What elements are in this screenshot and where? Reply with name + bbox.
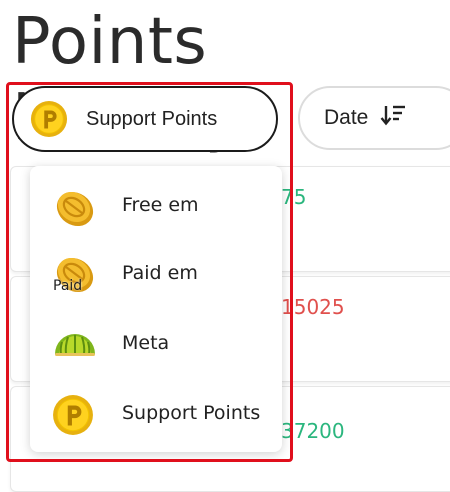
highlight-outline bbox=[6, 82, 293, 462]
sort-descending-icon bbox=[380, 103, 406, 133]
sort-date-label: Date bbox=[324, 106, 369, 129]
sort-date-button[interactable]: Date bbox=[298, 86, 450, 150]
